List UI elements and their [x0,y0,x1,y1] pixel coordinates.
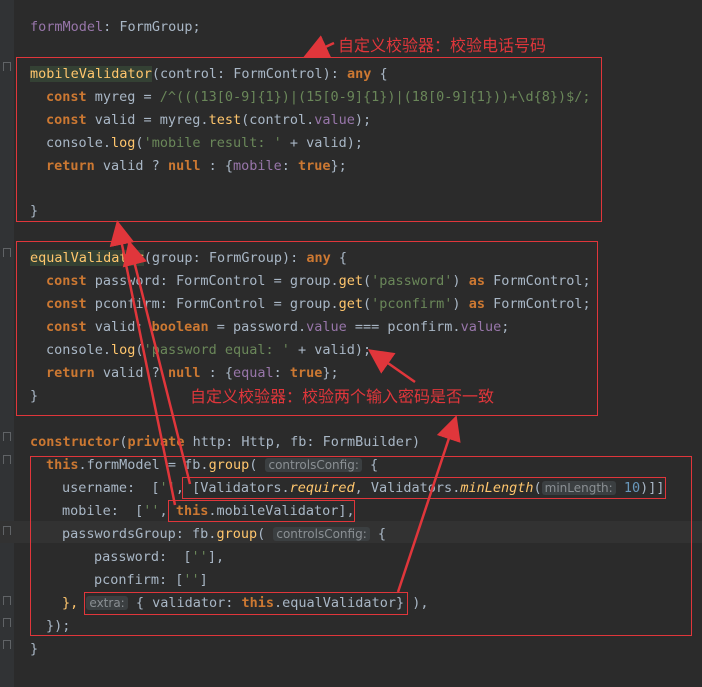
arrow-to-mobile-box [303,35,335,58]
arrow-to-equal-box [367,349,416,384]
annotation-arrows [109,35,461,593]
arrow-mobile-up [109,220,177,506]
arrow-equal-up [122,240,192,485]
arrow-extra-up [396,415,461,593]
